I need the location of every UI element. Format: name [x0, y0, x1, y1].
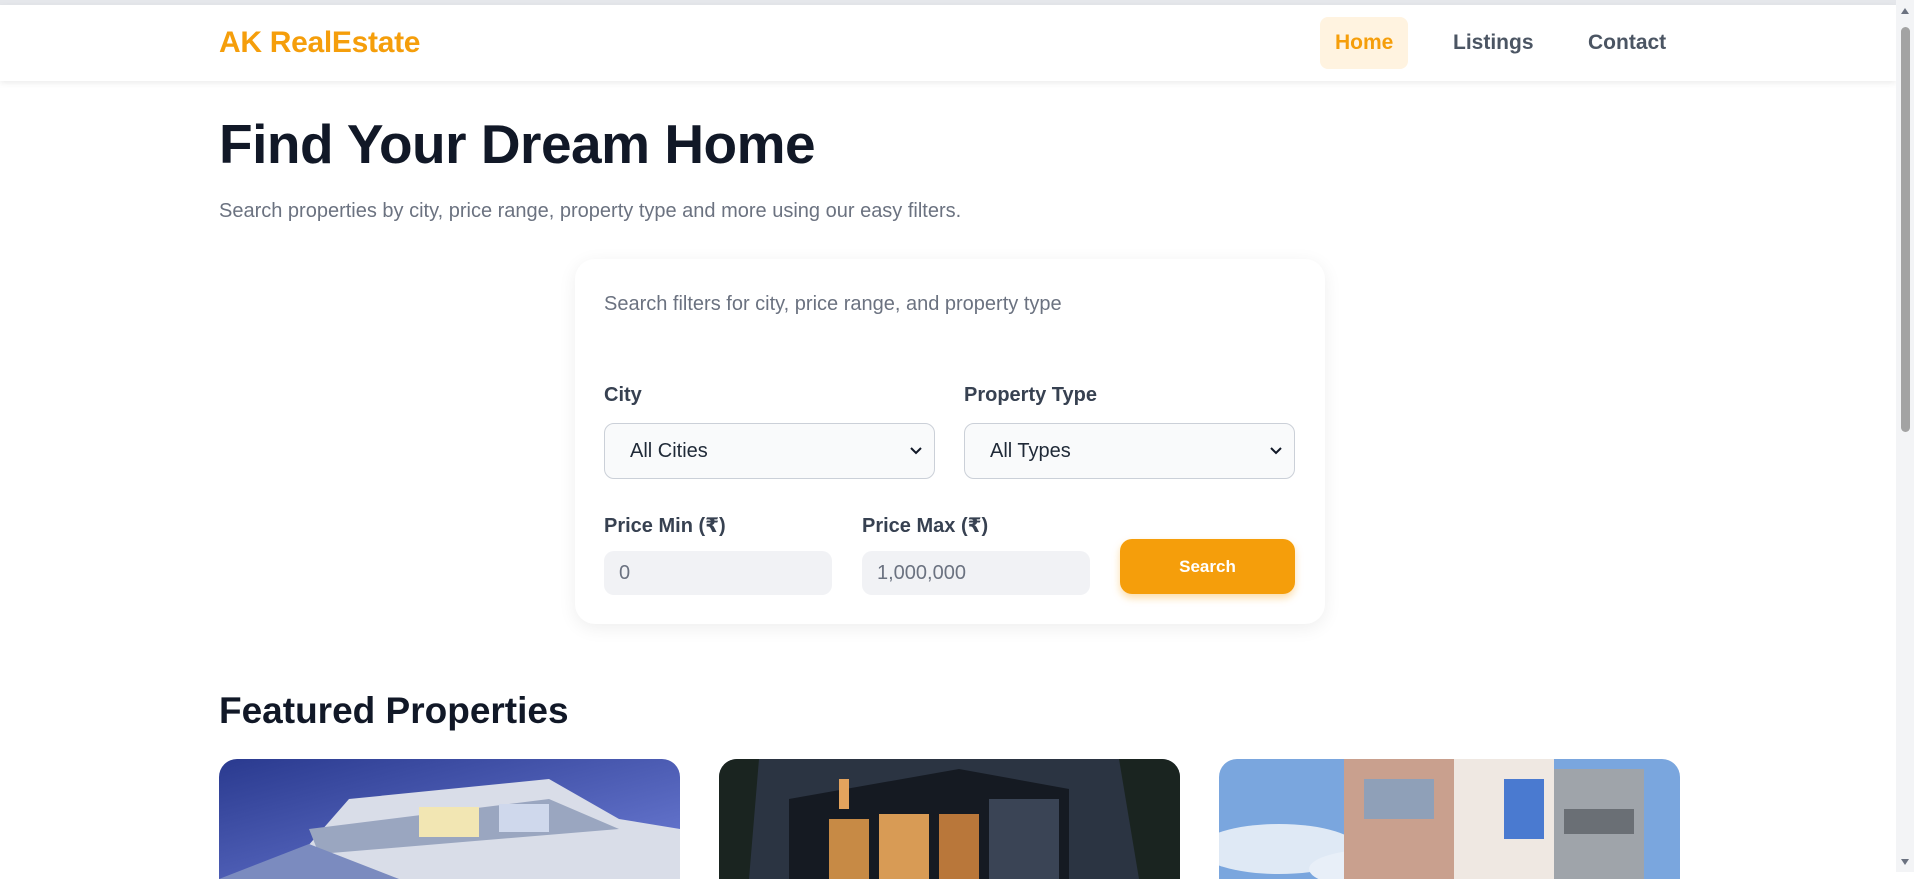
city-select-value: All Cities [630, 440, 708, 462]
vertical-scrollbar[interactable] [1896, 0, 1914, 872]
property-card[interactable] [1219, 759, 1680, 879]
featured-properties-title: Featured Properties [219, 690, 569, 731]
property-image [219, 759, 680, 879]
search-filter-card: Search filters for city, price range, an… [575, 259, 1325, 624]
chevron-down-icon [1270, 447, 1282, 455]
property-type-select-value: All Types [990, 440, 1071, 462]
scroll-up-arrow-icon[interactable] [1900, 6, 1910, 16]
filter-description: Search filters for city, price range, an… [604, 293, 1062, 315]
property-image [1219, 759, 1680, 879]
hero-title: Find Your Dream Home [219, 113, 816, 175]
city-label: City [604, 384, 642, 406]
price-max-label: Price Max (₹) [862, 515, 989, 537]
property-card[interactable] [719, 759, 1180, 879]
nav-contact-link[interactable]: Contact [1573, 17, 1681, 69]
price-min-input[interactable]: 0 [604, 551, 832, 595]
nav-listings-link[interactable]: Listings [1438, 17, 1549, 69]
hero-subtitle: Search properties by city, price range, … [219, 200, 962, 222]
nav-home-link[interactable]: Home [1320, 17, 1409, 69]
property-card[interactable] [219, 759, 680, 879]
property-type-select[interactable]: All Types [964, 423, 1295, 479]
price-max-input[interactable]: 1,000,000 [862, 551, 1090, 595]
chevron-down-icon [910, 447, 922, 455]
property-image [719, 759, 1180, 879]
scrollbar-thumb[interactable] [1901, 27, 1910, 432]
price-min-label: Price Min (₹) [604, 515, 726, 537]
scroll-down-arrow-icon[interactable] [1900, 857, 1910, 867]
city-select[interactable]: All Cities [604, 423, 935, 479]
search-button[interactable]: Search [1120, 539, 1295, 594]
property-type-label: Property Type [964, 384, 1097, 406]
brand-logo[interactable]: AK RealEstate [219, 26, 420, 60]
navbar: AK RealEstate Home Listings Contact [0, 5, 1896, 81]
